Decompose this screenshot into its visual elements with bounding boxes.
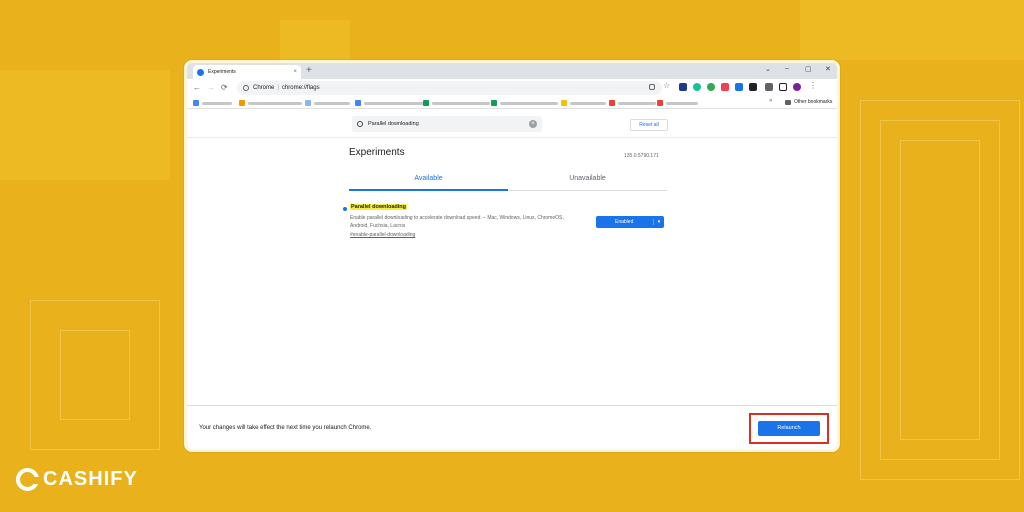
bookmark-icon bbox=[561, 100, 567, 106]
chevron-down-icon: ▾ bbox=[653, 219, 664, 225]
flag-permalink[interactable]: #enable-parallel-downloading bbox=[350, 232, 415, 238]
omnibox-separator: | bbox=[277, 85, 279, 91]
search-input[interactable]: Parallel downloading × bbox=[352, 116, 542, 132]
other-bookmarks[interactable]: Other bookmarks bbox=[785, 99, 832, 105]
bookmark-item[interactable] bbox=[561, 100, 606, 106]
flag-entry: Parallel downloading Enable parallel dow… bbox=[343, 203, 673, 247]
bookmark-icon bbox=[491, 100, 497, 106]
forward-button[interactable]: → bbox=[207, 83, 215, 92]
close-icon[interactable]: × bbox=[293, 69, 297, 75]
omnibox-site: Chrome bbox=[253, 85, 275, 91]
relaunch-message: Your changes will take effect the next t… bbox=[199, 425, 372, 431]
maximize-button[interactable]: ▢ bbox=[805, 65, 812, 73]
back-button[interactable]: ← bbox=[193, 83, 201, 92]
bookmark-item[interactable] bbox=[657, 100, 698, 106]
other-bookmarks-label: Other bookmarks bbox=[794, 99, 833, 105]
tab-strip: Experiments × + ⌄ – ▢ ✕ bbox=[187, 63, 837, 79]
bookmark-icon bbox=[193, 100, 199, 106]
tab-available[interactable]: Available bbox=[349, 169, 508, 191]
bookmark-icon bbox=[305, 100, 311, 106]
relaunch-button[interactable]: Relaunch bbox=[758, 421, 820, 436]
folder-icon bbox=[785, 99, 791, 105]
bg-decoration bbox=[280, 20, 350, 60]
browser-window: Experiments × + ⌄ – ▢ ✕ ← → ⟳ Chrome | c… bbox=[184, 60, 840, 452]
logo-text: CASHIFY bbox=[43, 468, 138, 490]
browser-toolbar: ← → ⟳ Chrome | chrome://flags ☆ ⋮ bbox=[187, 79, 837, 97]
bookmark-item[interactable] bbox=[491, 100, 558, 106]
reset-all-button[interactable]: Reset all bbox=[630, 119, 668, 131]
grammarly-icon[interactable] bbox=[693, 83, 701, 91]
search-value: Parallel downloading bbox=[368, 121, 419, 127]
relaunch-footer: Your changes will take effect the next t… bbox=[187, 405, 837, 449]
bg-decoration bbox=[800, 0, 1024, 60]
search-icon bbox=[357, 121, 363, 127]
tab-title: Experiments bbox=[208, 69, 236, 75]
experiments-tabs: Available Unavailable bbox=[349, 169, 667, 191]
extension-icon[interactable] bbox=[679, 83, 687, 91]
pocket-icon[interactable] bbox=[721, 83, 729, 91]
bookmark-icon bbox=[239, 100, 245, 106]
flask-icon bbox=[197, 68, 204, 76]
omnibox-url: chrome://flags bbox=[281, 85, 320, 91]
clear-icon[interactable]: × bbox=[529, 120, 537, 128]
menu-icon[interactable]: ⋮ bbox=[809, 81, 817, 90]
puzzle-icon[interactable] bbox=[765, 83, 773, 91]
bookmark-item[interactable] bbox=[193, 100, 232, 106]
star-icon[interactable]: ☆ bbox=[663, 81, 671, 90]
page-title: Experiments bbox=[349, 147, 405, 158]
bookmark-icon bbox=[609, 100, 615, 106]
extension-icon[interactable] bbox=[735, 83, 743, 91]
tab-unavailable[interactable]: Unavailable bbox=[508, 169, 667, 191]
bookmark-item[interactable] bbox=[355, 100, 424, 106]
bookmark-item[interactable] bbox=[423, 100, 490, 106]
bookmark-icon bbox=[355, 100, 361, 106]
reload-button[interactable]: ⟳ bbox=[221, 83, 228, 92]
extension-icon[interactable] bbox=[749, 83, 757, 91]
modified-dot-icon bbox=[343, 207, 347, 211]
chrome-icon bbox=[243, 85, 249, 91]
flag-name: Parallel downloading bbox=[350, 204, 408, 210]
tab-search-button[interactable]: ⌄ bbox=[765, 65, 771, 73]
tab-experiments[interactable]: Experiments × bbox=[193, 65, 301, 79]
bookmark-item[interactable] bbox=[239, 100, 302, 106]
flag-state: Enabled bbox=[615, 219, 634, 225]
bookmark-item[interactable] bbox=[609, 100, 656, 106]
new-tab-button[interactable]: + bbox=[306, 66, 312, 76]
cashify-logo-icon bbox=[16, 468, 41, 491]
version-label: 135.0.5790.171 bbox=[624, 153, 659, 159]
bookmark-icon bbox=[423, 100, 429, 106]
address-bar[interactable]: Chrome | chrome://flags bbox=[237, 81, 662, 95]
bg-decoration bbox=[0, 70, 170, 180]
bookmarks-bar: » Other bookmarks bbox=[187, 97, 837, 109]
sidepanel-icon[interactable] bbox=[779, 83, 787, 91]
bg-decoration bbox=[60, 330, 130, 420]
bg-decoration bbox=[900, 140, 980, 440]
extension-icon[interactable] bbox=[707, 83, 715, 91]
minimize-button[interactable]: – bbox=[785, 65, 789, 72]
bookmark-icon bbox=[657, 100, 663, 106]
cashify-logo: CASHIFY bbox=[16, 468, 138, 491]
profile-icon[interactable] bbox=[793, 83, 801, 91]
bookmarks-overflow-button[interactable]: » bbox=[769, 98, 772, 104]
share-icon[interactable] bbox=[649, 84, 655, 90]
flag-state-dropdown[interactable]: Enabled ▾ bbox=[596, 216, 664, 228]
close-window-button[interactable]: ✕ bbox=[825, 65, 831, 73]
flags-search-area: Parallel downloading × Reset all bbox=[187, 110, 837, 138]
annotation-highlight: Relaunch bbox=[749, 413, 829, 444]
flag-description: Enable parallel downloading to accelerat… bbox=[350, 215, 564, 229]
bookmark-item[interactable] bbox=[305, 100, 350, 106]
